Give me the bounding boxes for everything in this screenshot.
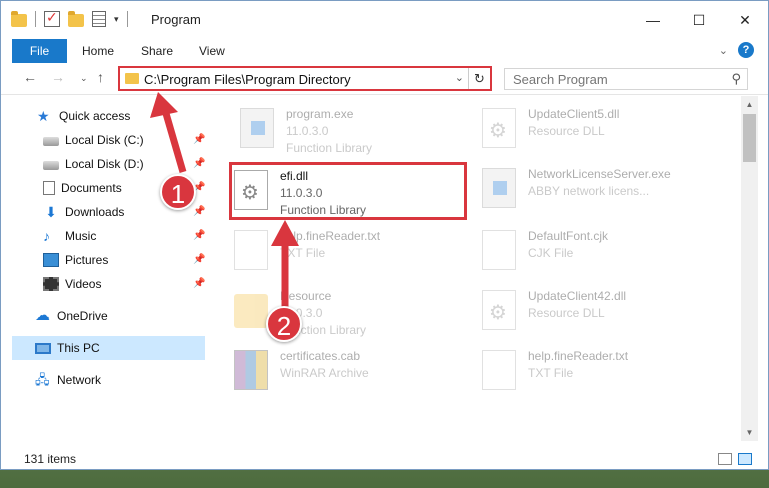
annotation-arrows	[150, 92, 299, 310]
arrow-1-head	[150, 92, 178, 118]
arrow-2-head	[271, 220, 299, 246]
step-1-badge: 1	[160, 174, 196, 210]
arrow-1-shaft	[161, 109, 187, 173]
step-2-badge: 2	[266, 306, 302, 342]
